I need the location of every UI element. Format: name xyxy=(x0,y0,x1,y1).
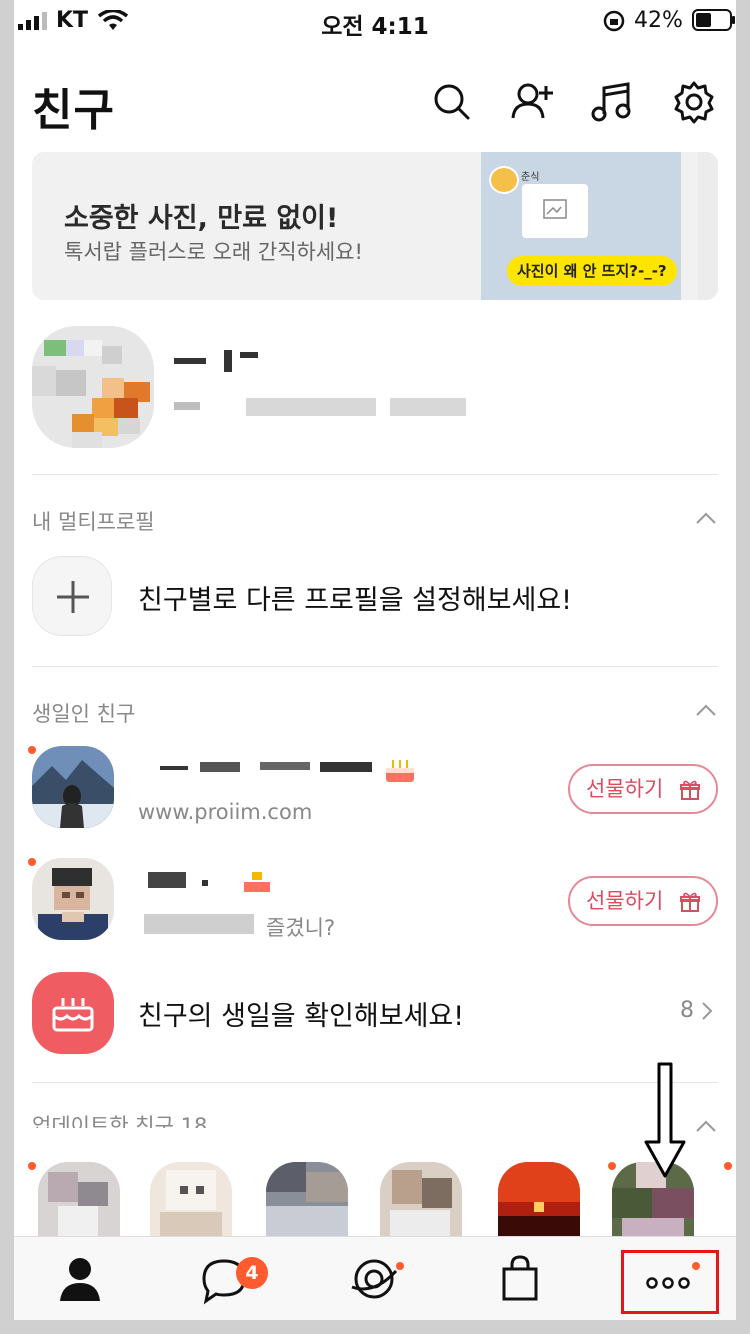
friend-status: 즐겼니? xyxy=(266,916,336,940)
cake-icon xyxy=(386,760,414,782)
search-icon[interactable] xyxy=(430,80,474,124)
settings-gear-icon[interactable] xyxy=(672,80,716,124)
gift-icon xyxy=(680,892,700,912)
chevron-right-icon xyxy=(702,1002,713,1020)
friend-name-obscured xyxy=(148,872,186,888)
banner-subtitle: 톡서랍 플러스로 오래 간직하세요! xyxy=(64,240,363,264)
annotation-arrow-icon xyxy=(644,1062,686,1178)
pixelated-photo xyxy=(160,1170,222,1238)
battery-icon xyxy=(692,9,735,31)
tab-friends-person-icon[interactable] xyxy=(50,1251,110,1307)
banner-next-peek xyxy=(698,152,718,300)
banner-image-sender: 춘식 xyxy=(521,172,540,183)
pixelated-photo xyxy=(390,1170,452,1238)
friend-name-obscured xyxy=(160,766,188,770)
gift-button-label: 선물하기 xyxy=(586,889,664,913)
updated-friend-thumb[interactable] xyxy=(380,1162,462,1238)
chat-unread-badge: 4 xyxy=(236,1257,268,1289)
friend-name-obscured xyxy=(260,762,310,770)
my-name-obscured xyxy=(240,352,258,358)
annotation-highlight-box xyxy=(621,1250,719,1314)
battery-percent: 42% xyxy=(634,8,683,33)
banner-image: 춘식 사진이 왜 안 뜨지?-_-? xyxy=(481,152,681,300)
tab-view-new-dot xyxy=(396,1262,404,1270)
updated-friend-thumb[interactable] xyxy=(38,1162,120,1238)
multi-profile-section-title: 내 멀티프로필 xyxy=(32,510,155,534)
updated-friend-thumb[interactable] xyxy=(498,1162,580,1238)
chevron-up-icon[interactable] xyxy=(694,510,718,526)
banner-bubble: 사진이 왜 안 뜨지?-_-? xyxy=(507,256,677,286)
gift-button[interactable]: 선물하기 xyxy=(568,764,718,814)
broken-image-card xyxy=(522,184,588,238)
status-bar: KT 오전 4:11 42% xyxy=(14,0,736,42)
new-dot xyxy=(28,858,36,866)
pixelated-photo xyxy=(48,1172,108,1238)
banner-title: 소중한 사진, 만료 없이! xyxy=(64,203,339,234)
divider xyxy=(32,666,718,667)
friend-photo xyxy=(32,858,114,940)
birthday-count[interactable]: 8 xyxy=(680,998,713,1023)
promo-banner[interactable]: 소중한 사진, 만료 없이! 톡서랍 플러스로 오래 간직하세요! 춘식 사진이… xyxy=(32,152,718,300)
birthday-count-value: 8 xyxy=(680,998,694,1023)
chevron-up-icon[interactable] xyxy=(694,702,718,718)
friend-name-obscured xyxy=(202,880,208,886)
gift-button-label: 선물하기 xyxy=(586,777,664,801)
updated-friend-thumb[interactable] xyxy=(266,1162,348,1238)
new-dot xyxy=(28,1162,36,1170)
plus-icon xyxy=(57,581,89,613)
friend-photo xyxy=(32,746,114,828)
new-dot xyxy=(28,746,36,754)
divider xyxy=(32,474,718,475)
birthday-calendar-button[interactable] xyxy=(32,972,114,1054)
music-icon[interactable] xyxy=(590,80,634,124)
tab-shopping-bag-icon[interactable] xyxy=(490,1251,550,1307)
broken-image-icon xyxy=(543,199,567,219)
cake-icon xyxy=(52,998,94,1032)
my-name-obscured xyxy=(174,358,206,364)
friend-status-obscured xyxy=(144,914,254,934)
my-profile-avatar[interactable] xyxy=(32,326,154,448)
add-multi-profile-button[interactable] xyxy=(32,556,112,636)
gift-button[interactable]: 선물하기 xyxy=(568,876,718,926)
add-friend-icon[interactable] xyxy=(510,80,554,124)
tab-view-eye-icon[interactable] xyxy=(344,1251,404,1307)
clock: 오전 4:11 xyxy=(321,14,429,40)
updated-friend-thumb[interactable] xyxy=(150,1162,232,1238)
sunset-photo xyxy=(498,1162,580,1238)
cake-icon xyxy=(244,872,270,892)
multi-profile-cta[interactable]: 친구별로 다른 프로필을 설정해보세요! xyxy=(138,578,572,617)
birthday-section-title: 생일인 친구 xyxy=(32,702,136,726)
rotation-lock-icon xyxy=(603,10,625,32)
my-status-obscured xyxy=(174,402,200,410)
gift-icon xyxy=(680,780,700,800)
my-status-obscured xyxy=(390,398,466,416)
pixelated-photo xyxy=(266,1162,348,1238)
friends-screen: KT 오전 4:11 42% 친구 소중한 사진, 만료 없이! 톡서랍 플러스… xyxy=(14,0,736,1320)
friend-avatar[interactable] xyxy=(32,746,114,828)
updated-friends-section-title: 업데이트한 친구 18 xyxy=(32,1114,208,1128)
my-status-obscured xyxy=(246,398,376,416)
check-birthdays-label[interactable]: 친구의 생일을 확인해보세요! xyxy=(138,994,464,1033)
new-dot xyxy=(724,1162,732,1170)
friend-status: www.proiim.com xyxy=(138,800,313,824)
my-name-obscured xyxy=(224,350,232,372)
divider xyxy=(32,1082,718,1083)
page-title: 친구 xyxy=(32,85,115,136)
new-dot xyxy=(608,1162,616,1170)
friend-name-obscured xyxy=(200,762,240,772)
chevron-up-icon[interactable] xyxy=(694,1118,718,1134)
friend-name-obscured xyxy=(320,762,372,772)
pixelated-photo xyxy=(32,326,154,448)
character-avatar xyxy=(489,166,519,194)
friend-avatar[interactable] xyxy=(32,858,114,940)
